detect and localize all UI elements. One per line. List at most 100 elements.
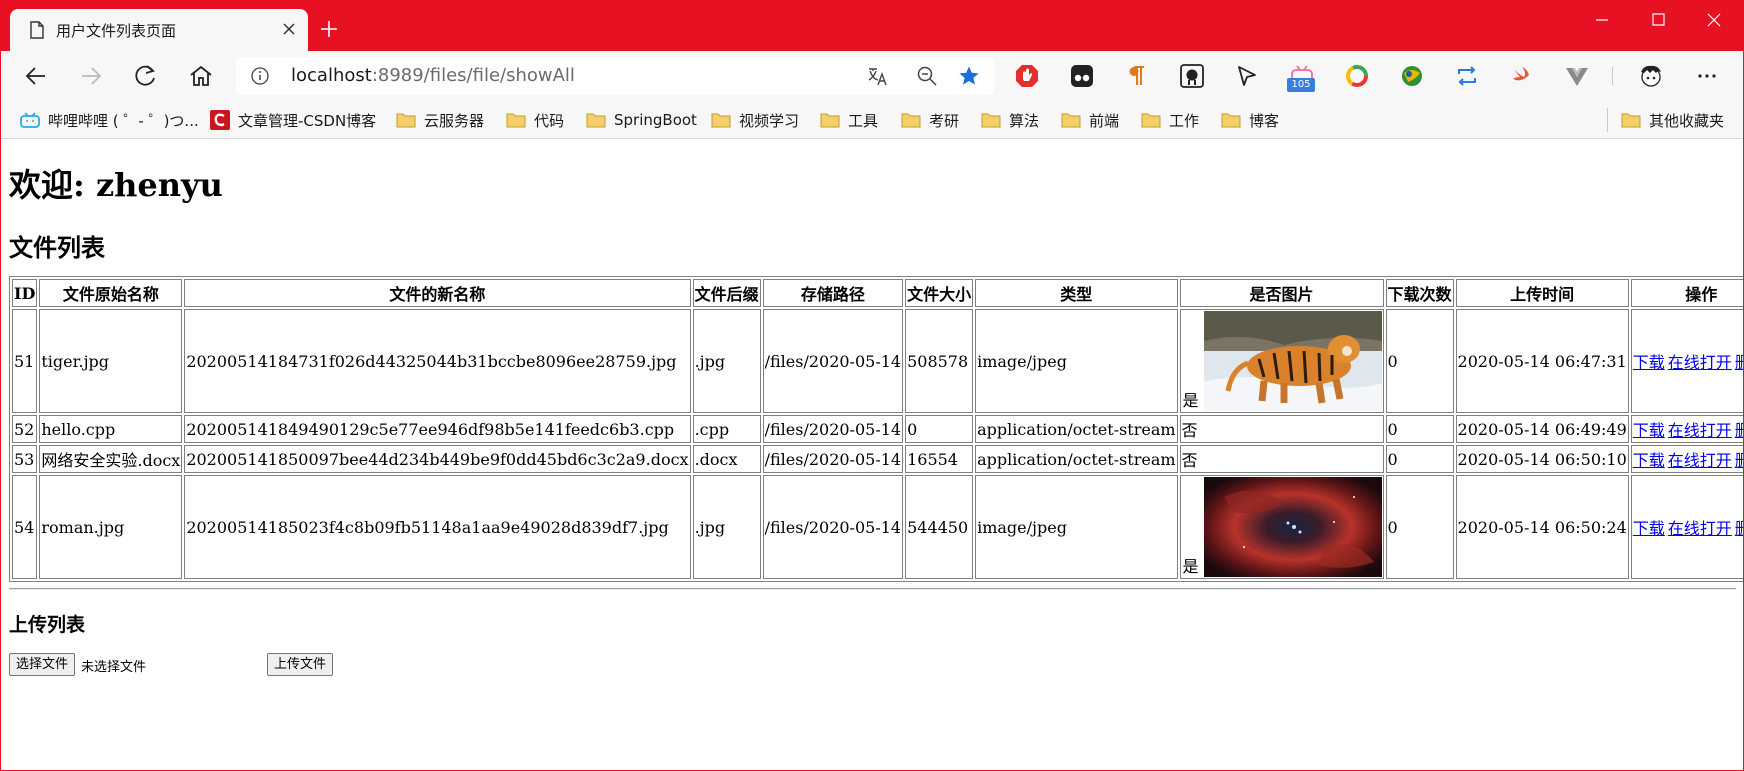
zoom-out-icon[interactable]	[916, 65, 938, 87]
download-link[interactable]: 下载	[1633, 421, 1665, 440]
cell-upload-time: 2020-05-14 06:49:49	[1455, 415, 1629, 443]
column-header: 上传时间	[1455, 279, 1629, 307]
cell-is-image: 否	[1179, 415, 1384, 443]
close-window-icon[interactable]	[1692, 6, 1736, 34]
profile-avatar-icon[interactable]	[1638, 63, 1664, 89]
favorite-item[interactable]: 哔哩哔哩 ( ゜- ゜)つ...	[20, 109, 199, 131]
folder-icon	[1621, 113, 1641, 128]
download-link[interactable]: 下载	[1633, 519, 1665, 538]
download-link[interactable]: 下载	[1633, 353, 1665, 372]
cell-extension: .jpg	[692, 475, 761, 579]
cell-downloads: 0	[1385, 475, 1454, 579]
address-bar[interactable]: localhost:8989/files/file/showAll	[236, 57, 994, 95]
cell-original-name: 网络安全实验.docx	[39, 445, 183, 473]
favorite-item[interactable]: 代码	[506, 109, 564, 131]
minimize-icon[interactable]	[1580, 6, 1624, 34]
favorites-bar: 哔哩哔哩 ( ゜- ゜)つ... 文章管理-CSDN博客 云服务器 代码 Spr…	[0, 101, 1744, 139]
column-header: 存储路径	[762, 279, 904, 307]
browser-toolbar: localhost:8989/files/file/showAll 105	[0, 51, 1744, 101]
back-arrow-icon[interactable]	[23, 63, 49, 89]
cell-extension: .jpg	[692, 309, 761, 413]
translate-icon[interactable]	[866, 65, 888, 87]
cell-new-name: 20200514184949​0129c5e77ee946df98b5e141f…	[184, 415, 691, 443]
favorite-label: 前端	[1089, 111, 1120, 130]
favorite-item[interactable]: 算法	[981, 109, 1039, 131]
favorite-label: 云服务器	[424, 111, 485, 130]
delete-link[interactable]: 删除	[1735, 353, 1744, 372]
favorite-label: SpringBoot	[614, 111, 697, 129]
forward-arrow-icon[interactable]	[78, 63, 104, 89]
open-online-link[interactable]: 在线打开	[1668, 353, 1732, 372]
address-url[interactable]: localhost:8989/files/file/showAll	[291, 65, 575, 86]
cursor-icon[interactable]	[1234, 63, 1260, 89]
nebula-thumbnail[interactable]	[1203, 477, 1382, 577]
chrome-ring-icon[interactable]	[1344, 63, 1370, 89]
refresh-icon[interactable]	[133, 63, 159, 89]
folder-icon	[1061, 113, 1081, 128]
open-online-link[interactable]: 在线打开	[1668, 519, 1732, 538]
github-icon[interactable]	[1179, 63, 1205, 89]
vue-devtools-icon[interactable]	[1564, 63, 1590, 89]
download-link[interactable]: 下载	[1633, 451, 1665, 470]
new-tab-icon[interactable]	[318, 18, 340, 40]
no-file-chosen-text: 未选择文件	[81, 660, 147, 675]
upload-file-button[interactable]: 上传文件	[267, 653, 334, 676]
swift-icon[interactable]	[1509, 63, 1535, 89]
browser-title-bar: 用户文件列表页面	[0, 0, 1744, 51]
open-online-link[interactable]: 在线打开	[1668, 451, 1732, 470]
favorite-item[interactable]: 云服务器	[396, 109, 484, 131]
favorite-star-icon[interactable]	[958, 65, 980, 87]
favorite-item[interactable]: 博客	[1221, 109, 1279, 131]
delete-link[interactable]: 删除	[1735, 451, 1744, 470]
adblock-icon[interactable]	[1014, 63, 1040, 89]
url-path: :8989/files/file/showAll	[371, 65, 575, 86]
delete-link[interactable]: 删除	[1735, 421, 1744, 440]
open-online-link[interactable]: 在线打开	[1668, 421, 1732, 440]
pilcrow-icon[interactable]	[1124, 63, 1150, 89]
welcome-heading: 欢迎: zhenyu	[9, 166, 223, 204]
folder-icon	[711, 113, 731, 128]
tampermonkey-icon[interactable]	[1069, 63, 1095, 89]
choose-file-button[interactable]: 选择文件	[9, 653, 76, 676]
favorite-label: 哔哩哔哩 ( ゜- ゜)つ...	[48, 111, 199, 130]
cell-is-image: 是	[1179, 309, 1384, 413]
folder-icon	[820, 113, 840, 128]
cell-id: 54	[12, 475, 38, 579]
more-menu-icon[interactable]	[1694, 63, 1720, 89]
favorite-item[interactable]: 工具	[820, 109, 878, 131]
cell-original-name: tiger.jpg	[39, 309, 183, 413]
column-header: 下载次数	[1385, 279, 1454, 307]
cell-path: /files/2020-05-14	[762, 415, 904, 443]
sync-arrows-icon[interactable]	[1454, 63, 1480, 89]
browser-tab[interactable]: 用户文件列表页面	[10, 9, 308, 51]
column-header: ID	[12, 279, 38, 307]
cell-downloads: 0	[1385, 445, 1454, 473]
favorite-item[interactable]: 工作	[1141, 109, 1199, 131]
document-icon	[30, 21, 44, 39]
tiger-thumbnail[interactable]	[1203, 311, 1382, 411]
table-header-row: ID 文件原始名称 文件的新名称 文件后缀 存储路径 文件大小 类型 是否图片 …	[12, 279, 1744, 307]
favorite-item[interactable]: 前端	[1061, 109, 1119, 131]
favorite-item[interactable]: 文章管理-CSDN博客	[210, 109, 376, 131]
favorite-label: 文章管理-CSDN博客	[238, 111, 377, 130]
close-tab-icon[interactable]	[278, 18, 300, 40]
upload-form: 选择文件 未选择文件 上传文件	[9, 653, 409, 677]
cell-actions: 下载在线打开删除	[1630, 475, 1744, 579]
section-divider	[9, 588, 1736, 590]
delete-link[interactable]: 删除	[1735, 519, 1744, 538]
column-header: 操作	[1630, 279, 1744, 307]
favorite-label: 视频学习	[739, 111, 800, 130]
maximize-icon[interactable]	[1636, 6, 1680, 34]
favorite-item[interactable]: SpringBoot	[586, 109, 697, 131]
cell-id: 52	[12, 415, 38, 443]
favorite-label: 考研	[929, 111, 960, 130]
column-header: 文件原始名称	[39, 279, 183, 307]
other-favorites[interactable]: 其他收藏夹	[1621, 109, 1724, 131]
info-icon[interactable]	[250, 66, 270, 86]
globe-icon[interactable]	[1399, 63, 1425, 89]
favorite-item[interactable]: 考研	[901, 109, 959, 131]
favorite-item[interactable]: 视频学习	[711, 109, 799, 131]
cell-type: image/jpeg	[975, 475, 1178, 579]
home-icon[interactable]	[188, 63, 214, 89]
cell-original-name: roman.jpg	[39, 475, 183, 579]
